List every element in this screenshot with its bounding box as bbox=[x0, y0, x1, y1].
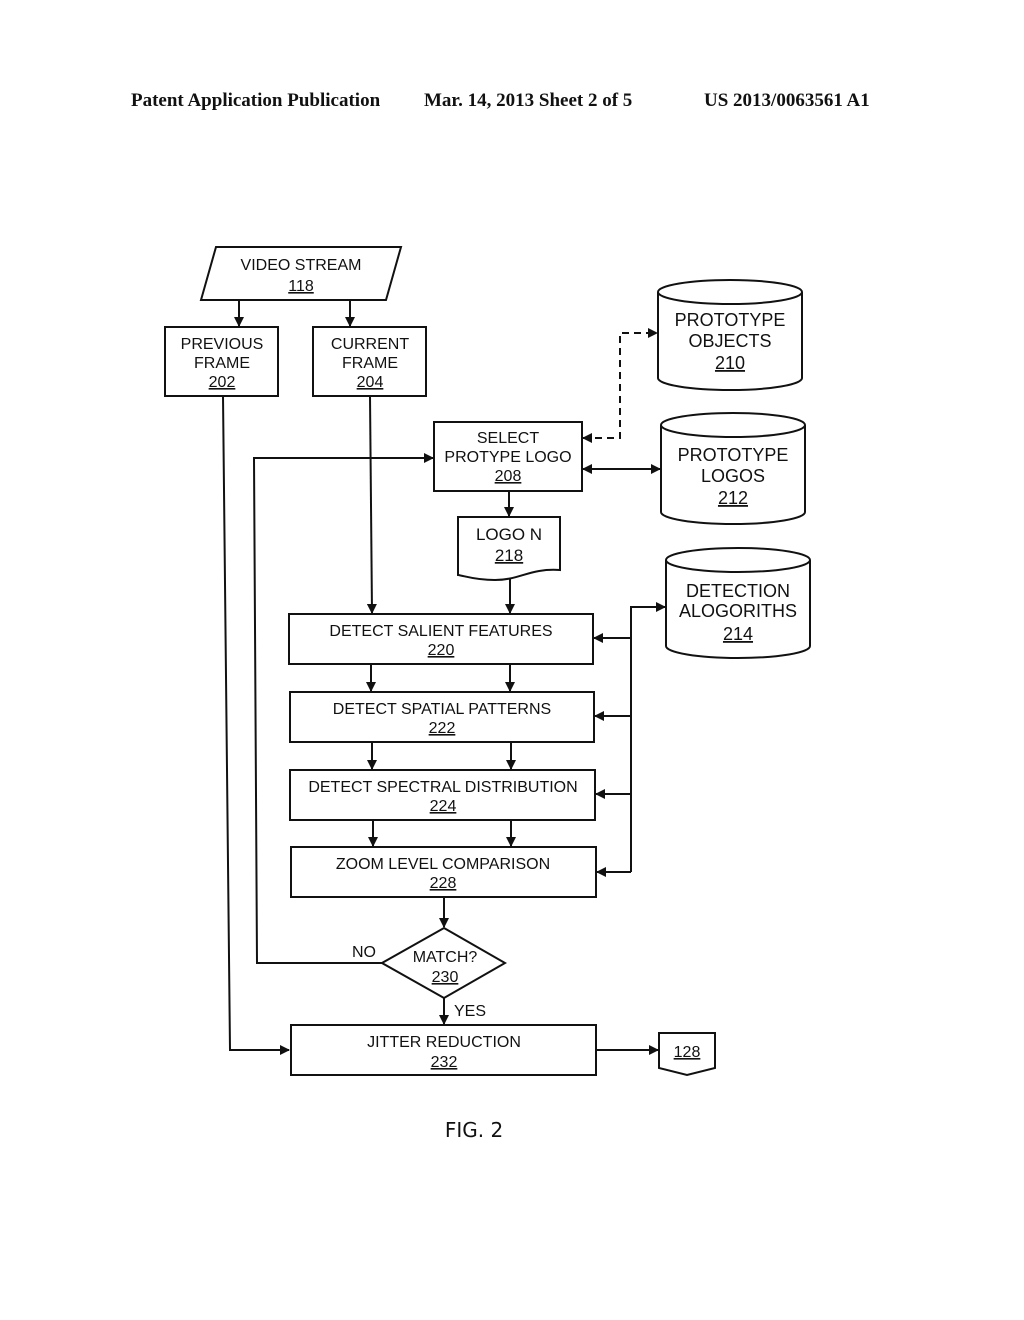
offpage-ref: 128 bbox=[674, 1044, 701, 1061]
select-logo-ref: 208 bbox=[495, 468, 522, 485]
spectral-ref: 224 bbox=[430, 798, 457, 815]
node-current-frame: CURRENT FRAME 204 bbox=[312, 326, 427, 397]
node-offpage-128: 128 bbox=[658, 1032, 716, 1077]
previous-frame-label-2: FRAME bbox=[194, 355, 250, 372]
prototype-logos-label-1: PROTOTYPE bbox=[678, 445, 789, 465]
logo-n-ref: 218 bbox=[495, 546, 523, 565]
node-zoom: ZOOM LEVEL COMPARISON 228 bbox=[290, 846, 597, 898]
node-spatial: DETECT SPATIAL PATTERNS 222 bbox=[289, 691, 595, 743]
node-detection-algorithms: DETECTION ALOGORITHS 214 bbox=[665, 547, 811, 659]
arrow-select-objects-dashed bbox=[582, 328, 658, 443]
node-select-logo: SELECT PROTYPE LOGO 208 bbox=[433, 421, 583, 492]
node-video-stream: VIDEO STREAM 118 bbox=[199, 246, 403, 301]
spatial-ref: 222 bbox=[429, 720, 456, 737]
spatial-label: DETECT SPATIAL PATTERNS bbox=[333, 701, 551, 718]
node-spectral: DETECT SPECTRAL DISTRIBUTION 224 bbox=[289, 769, 596, 821]
match-ref: 230 bbox=[432, 969, 459, 986]
node-salient: DETECT SALIENT FEATURES 220 bbox=[288, 613, 594, 665]
prototype-logos-label-2: LOGOS bbox=[701, 466, 765, 486]
prototype-objects-ref: 210 bbox=[715, 353, 745, 373]
prototype-objects-label-1: PROTOTYPE bbox=[675, 310, 786, 330]
detection-algorithms-label-2: ALOGORITHS bbox=[679, 601, 797, 621]
detection-algorithms-label-1: DETECTION bbox=[686, 581, 790, 601]
jitter-ref: 232 bbox=[431, 1054, 458, 1071]
node-jitter: JITTER REDUCTION 232 bbox=[290, 1024, 597, 1076]
node-prototype-objects: PROTOTYPE OBJECTS 210 bbox=[657, 279, 803, 391]
salient-label: DETECT SALIENT FEATURES bbox=[329, 623, 552, 640]
prototype-objects-label-2: OBJECTS bbox=[688, 331, 771, 351]
current-frame-label-2: FRAME bbox=[342, 355, 398, 372]
prototype-logos-ref: 212 bbox=[718, 488, 748, 508]
logo-n-label: LOGO N bbox=[476, 525, 542, 544]
arrow-to-detection-algorithms bbox=[630, 602, 666, 872]
detection-algorithms-ref: 214 bbox=[723, 624, 753, 644]
video-stream-label: VIDEO STREAM bbox=[241, 257, 362, 274]
current-frame-label-1: CURRENT bbox=[331, 336, 409, 353]
node-logo-n: LOGO N 218 bbox=[457, 516, 561, 582]
previous-frame-ref: 202 bbox=[209, 374, 236, 391]
figure-label: FIG. 2 bbox=[444, 1118, 504, 1142]
zoom-label: ZOOM LEVEL COMPARISON bbox=[336, 856, 550, 873]
match-yes-label: YES bbox=[454, 1003, 486, 1020]
salient-ref: 220 bbox=[428, 642, 455, 659]
video-stream-ref: 118 bbox=[288, 278, 314, 295]
match-no-label: NO bbox=[352, 944, 376, 961]
zoom-ref: 228 bbox=[430, 875, 457, 892]
node-prototype-logos: PROTOTYPE LOGOS 212 bbox=[660, 412, 806, 525]
select-logo-label-2: PROTYPE LOGO bbox=[444, 449, 571, 466]
spectral-label: DETECT SPECTRAL DISTRIBUTION bbox=[308, 779, 577, 796]
select-logo-label-1: SELECT bbox=[477, 430, 539, 447]
jitter-label: JITTER REDUCTION bbox=[367, 1034, 521, 1051]
node-match: MATCH? 230 NO YES bbox=[352, 926, 508, 1020]
arrow-current-to-salient bbox=[366, 395, 377, 614]
match-label: MATCH? bbox=[413, 949, 478, 966]
previous-frame-label-1: PREVIOUS bbox=[181, 336, 264, 353]
node-previous-frame: PREVIOUS FRAME 202 bbox=[164, 326, 279, 397]
current-frame-ref: 204 bbox=[357, 374, 384, 391]
